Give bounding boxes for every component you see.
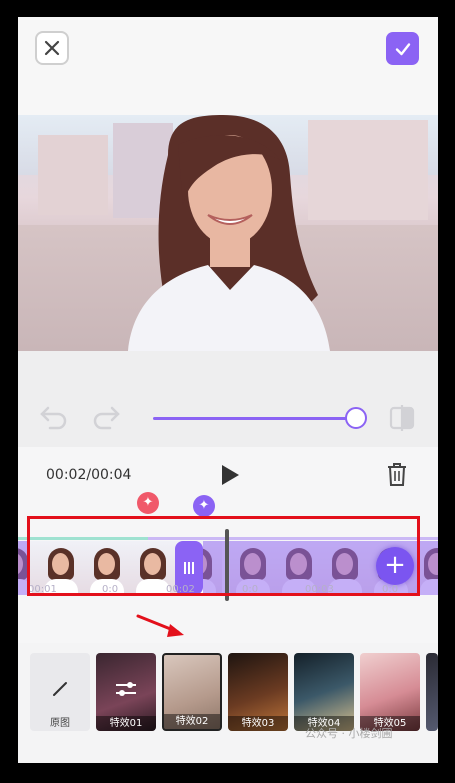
effect-label: 特效03 — [228, 716, 288, 731]
play-icon[interactable] — [219, 463, 241, 487]
checkmark-icon — [395, 42, 410, 55]
effect-item-05[interactable]: 特效05 — [360, 653, 420, 731]
undo-icon[interactable] — [38, 403, 70, 431]
effect-item-02[interactable]: 特效02 — [162, 653, 222, 731]
watermark: 公众号 · 小楼剑圃 — [305, 727, 393, 740]
effect-list: 原图 特效01 特效02 特效03 特效04 特效05 — [18, 643, 438, 763]
editor-screen: 00:02/00:04 + 原图 特效01 特效02 特效03 特效04 特效0… — [18, 17, 438, 763]
progress-slider-thumb[interactable] — [345, 407, 367, 429]
slash-icon — [53, 682, 67, 696]
progress-slider-track[interactable] — [153, 417, 356, 420]
playback-controls — [18, 351, 438, 447]
adjust-sliders-icon — [116, 682, 136, 696]
woman-portrait — [128, 115, 330, 351]
effect-label: 特效01 — [96, 716, 156, 731]
effect-label: 特效02 — [164, 714, 220, 729]
redo-icon[interactable] — [90, 403, 122, 431]
highlight-box — [27, 516, 420, 596]
trash-icon[interactable] — [386, 461, 408, 487]
effect-marker-purple[interactable]: ✦ — [193, 495, 215, 517]
top-bar — [18, 17, 438, 115]
time-readout: 00:02/00:04 — [46, 467, 132, 483]
split-compare-icon[interactable] — [388, 403, 418, 433]
effect-item-03[interactable]: 特效03 — [228, 653, 288, 731]
effect-item-04[interactable]: 特效04 — [294, 653, 354, 731]
close-button[interactable] — [35, 31, 69, 65]
confirm-button[interactable] — [386, 32, 419, 65]
effect-label: 原图 — [50, 718, 70, 729]
arrow-icon — [136, 614, 184, 637]
effect-item-original[interactable]: 原图 — [30, 653, 90, 731]
effect-item-partial[interactable] — [426, 653, 438, 731]
video-preview[interactable] — [18, 115, 438, 351]
effect-marker-red[interactable]: ✦ — [137, 492, 159, 514]
close-icon — [44, 40, 60, 56]
effect-item-01[interactable]: 特效01 — [96, 653, 156, 731]
